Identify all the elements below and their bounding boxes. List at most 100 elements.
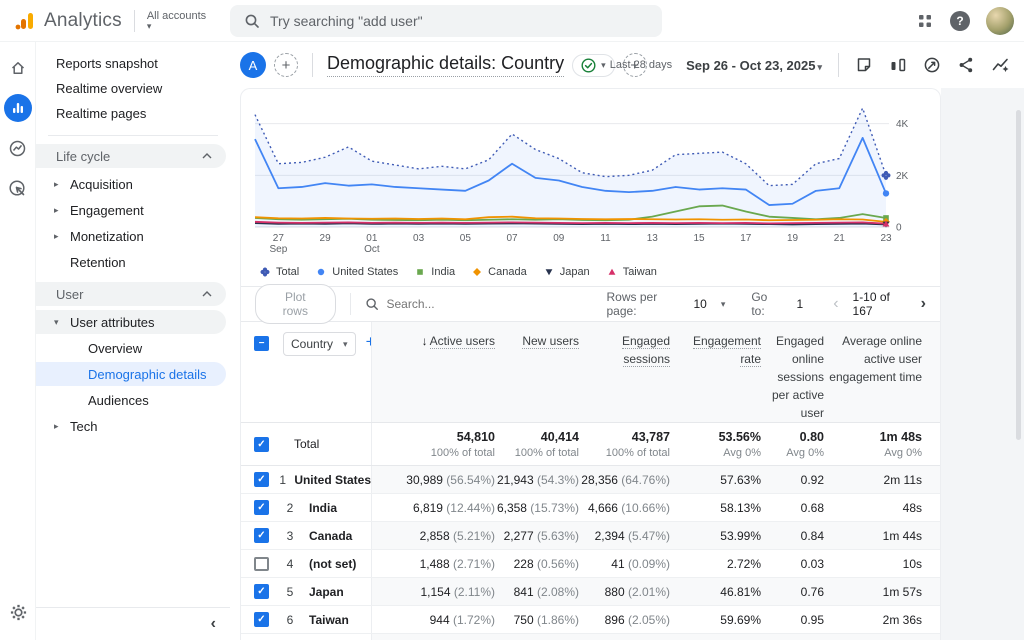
total-cell: 43,787100% of total <box>579 430 670 465</box>
legend-label: United States <box>332 266 398 278</box>
sidebar-item-monetization[interactable]: ▸Monetization <box>36 224 230 248</box>
page-title[interactable]: Demographic details: Country <box>327 53 564 77</box>
column-header-label: Average online active user engagement ti… <box>829 334 922 384</box>
table-header-row: − Country ▾ + ↓Active usersNew usersEnga… <box>241 322 940 422</box>
legend-item[interactable]: Total <box>259 266 299 278</box>
help-icon[interactable]: ? <box>950 11 970 31</box>
legend-label: Japan <box>560 266 590 278</box>
legend-item[interactable]: United States <box>315 266 398 278</box>
sidebar-item-audiences[interactable]: Audiences <box>36 388 230 412</box>
row-checkbox[interactable]: ✓ <box>254 500 269 515</box>
advertising-icon[interactable] <box>4 174 32 202</box>
column-header[interactable]: Engaged online sessions per active user <box>761 332 824 422</box>
legend-item[interactable]: Canada <box>471 266 527 278</box>
sidebar-item-realtime-pages[interactable]: Realtime pages <box>36 101 230 125</box>
row-checkbox[interactable]: ✓ <box>254 528 269 543</box>
sidebar-item-realtime-overview[interactable]: Realtime overview <box>36 76 230 100</box>
table-search-input[interactable] <box>387 297 607 311</box>
previous-page-icon[interactable]: ‹ <box>833 296 838 312</box>
column-header[interactable]: ↓Active users <box>372 332 495 422</box>
benchmark-icon[interactable] <box>923 56 941 74</box>
admin-gear-icon[interactable] <box>4 598 32 626</box>
user-avatar[interactable] <box>986 7 1014 35</box>
legend-item[interactable]: Taiwan <box>606 266 657 278</box>
row-checkbox[interactable]: ✓ <box>254 612 269 627</box>
plot-rows-button[interactable]: Plot rows <box>255 284 336 324</box>
sidebar-item-reports-snapshot[interactable]: Reports snapshot <box>36 51 230 75</box>
insights-icon[interactable] <box>991 56 1010 74</box>
row-checkbox[interactable] <box>254 557 269 571</box>
table-row[interactable]: ✓5Japan1,154 (2.11%)841 (2.08%)880 (2.01… <box>241 578 940 606</box>
column-header-label: Engagement rate <box>693 334 761 367</box>
total-value: 54,810 <box>372 430 495 444</box>
analytics-logo-icon[interactable] <box>14 10 36 32</box>
table-row[interactable]: 4(not set)1,488 (2.71%)228 (0.56%)41 (0.… <box>241 550 940 578</box>
table-row[interactable]: ✓2India6,819 (12.44%)6,358 (15.73%)4,666… <box>241 494 940 522</box>
apps-grid-icon[interactable] <box>916 12 934 30</box>
sidebar-section-life-cycle[interactable]: Life cycle <box>36 144 226 168</box>
column-header[interactable]: Average online active user engagement ti… <box>824 332 922 422</box>
row-checkbox[interactable]: ✓ <box>254 584 269 599</box>
reports-icon[interactable] <box>4 94 32 122</box>
rows-per-page-select[interactable]: 10 <box>693 297 706 311</box>
row-checkbox[interactable]: ✓ <box>254 472 269 487</box>
property-badge[interactable]: A <box>240 52 266 78</box>
triangle-up-marker-icon <box>606 266 618 278</box>
explore-icon[interactable] <box>4 134 32 162</box>
total-value: 1m 48s <box>824 430 922 444</box>
sidebar-item-engagement[interactable]: ▸Engagement <box>36 198 230 222</box>
date-range-picker[interactable]: Sep 26 - Oct 23, 2025▾ <box>686 58 822 73</box>
goto-page-input[interactable]: 1 <box>797 297 804 311</box>
global-search[interactable] <box>230 5 662 37</box>
account-switcher[interactable]: All accounts ▾ <box>147 10 206 32</box>
header-divider <box>312 53 313 77</box>
sidebar-item-user-attributes[interactable]: ▾User attributes <box>36 310 226 334</box>
search-icon <box>244 13 260 29</box>
page-scrollbar[interactable] <box>1016 110 1021 440</box>
row-rank: 6 <box>279 613 301 627</box>
table-row[interactable]: ✓6Taiwan944 (1.72%)750 (1.86%)896 (2.05%… <box>241 606 940 634</box>
metric-cell: 750 (1.86%) <box>495 613 579 627</box>
select-all-checkbox[interactable]: − <box>254 336 269 351</box>
date-preset-label: Last 28 days <box>610 59 672 71</box>
svg-text:03: 03 <box>413 233 425 244</box>
add-comparison-button[interactable]: + <box>274 53 298 77</box>
svg-text:2K: 2K <box>896 171 909 182</box>
table-search[interactable] <box>365 297 607 311</box>
column-header[interactable]: Engagement rate <box>670 332 761 422</box>
column-header[interactable]: New users <box>495 332 579 422</box>
table-row[interactable]: ✓3Canada2,858 (5.21%)2,277 (5.63%)2,394 … <box>241 522 940 550</box>
table-row[interactable]: 7Singapore884 (1.61%)574 (1.42%)673 (1.5… <box>241 634 940 640</box>
sidebar-item-acquisition[interactable]: ▸Acquisition <box>36 172 230 196</box>
dimension-selector[interactable]: Country ▾ <box>283 332 356 356</box>
row-metrics: 1,488 (2.71%)228 (0.56%)41 (0.09%)2.72%0… <box>371 550 941 577</box>
row-checkbox[interactable]: ✓ <box>254 437 269 452</box>
next-page-icon[interactable]: › <box>921 296 926 312</box>
sidebar-section-user[interactable]: User <box>36 282 226 306</box>
report-status-badge[interactable]: ▾ <box>572 54 615 77</box>
row-metrics: 2,858 (5.21%)2,277 (5.63%)2,394 (5.47%)5… <box>371 522 941 549</box>
metric-cell: 944 (1.72%) <box>372 613 495 627</box>
sidebar-item-demographic-details[interactable]: Demographic details <box>36 362 226 386</box>
column-header[interactable]: Engaged sessions <box>579 332 670 422</box>
table-row[interactable]: ✓1United States30,989 (56.54%)21,943 (54… <box>241 466 940 494</box>
share-icon[interactable] <box>957 56 975 74</box>
trend-chart[interactable]: 4K2K027Sep2901Oct0305070911131517192123 <box>241 95 933 257</box>
legend-item[interactable]: India <box>414 266 455 278</box>
metric-cell: 2,394 (5.47%) <box>579 529 670 543</box>
legend-item[interactable]: Japan <box>543 266 590 278</box>
top-app-bar: Analytics All accounts ▾ ? <box>0 0 1024 42</box>
chevron-up-icon <box>202 153 212 159</box>
sidebar-item-retention[interactable]: Retention <box>36 250 230 274</box>
notes-icon[interactable] <box>855 56 873 74</box>
home-icon[interactable] <box>4 54 32 82</box>
trend-chart-block: 4K2K027Sep2901Oct0305070911131517192123 … <box>241 89 940 286</box>
collapse-sidebar-button[interactable]: ‹ <box>211 616 216 632</box>
chevron-down-icon[interactable]: ▾ <box>721 299 726 310</box>
sidebar-item-overview[interactable]: Overview <box>36 336 230 360</box>
comparison-icon[interactable] <box>889 56 907 74</box>
total-subtext: 100% of total <box>579 447 670 459</box>
column-header-label: Active users <box>430 334 495 349</box>
sidebar-item-tech[interactable]: ▸Tech <box>36 414 230 438</box>
search-input[interactable] <box>270 13 648 29</box>
